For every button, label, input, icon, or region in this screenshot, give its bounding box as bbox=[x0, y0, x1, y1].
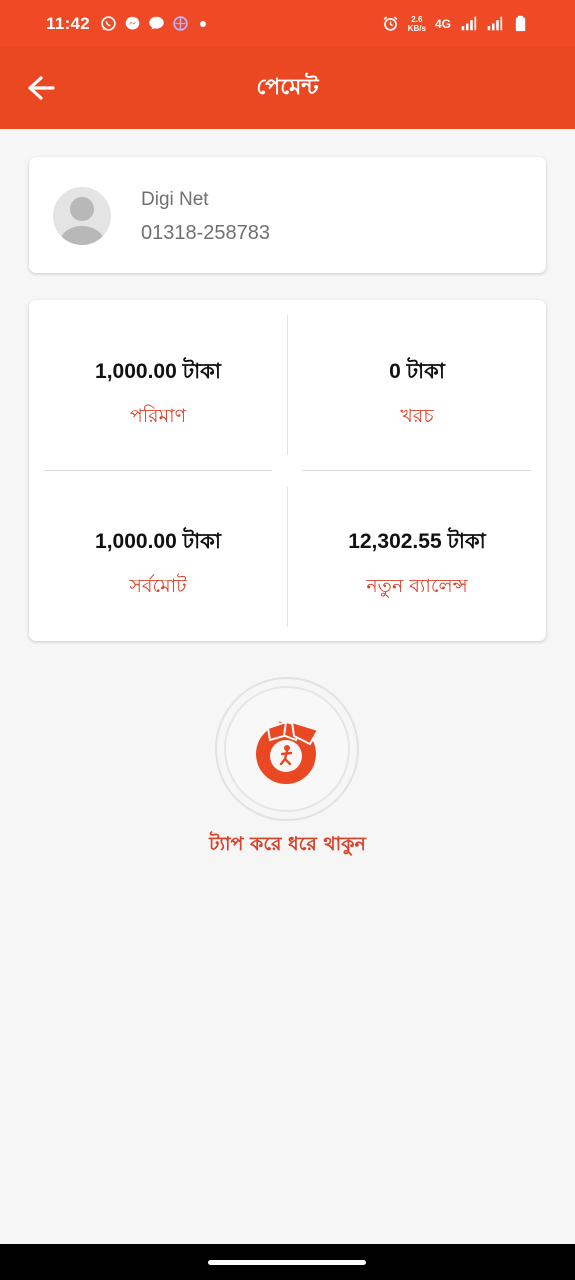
divider-horizontal-left bbox=[44, 470, 272, 471]
person-icon bbox=[60, 197, 104, 245]
status-bar: 11:42 2.6 KB/s 4G bbox=[0, 0, 575, 47]
new-balance-value: 12,302.55 টাকা bbox=[348, 530, 486, 553]
network-type: 4G bbox=[434, 16, 451, 31]
bkash-logo-icon bbox=[256, 718, 320, 784]
amount-label: পরিমাণ bbox=[129, 405, 187, 427]
signal-icon bbox=[461, 16, 477, 31]
messenger-icon bbox=[125, 16, 140, 30]
alarm-icon bbox=[383, 16, 398, 31]
total-value: 1,000.00 টাকা bbox=[95, 530, 221, 553]
total-cell: 1,000.00 টাকা সর্বমোট bbox=[29, 525, 287, 604]
battery-icon bbox=[515, 15, 526, 32]
more-notifications-dot bbox=[200, 20, 207, 27]
charge-cell: 0 টাকা খরচ bbox=[288, 355, 546, 434]
recipient-name: Digi Net bbox=[141, 189, 209, 210]
tap-and-hold-button[interactable] bbox=[215, 677, 359, 821]
app-icon bbox=[173, 16, 188, 31]
app-bar: পেমেন্ট bbox=[0, 47, 575, 129]
speed-unit: KB/s bbox=[407, 23, 426, 33]
signal-icon bbox=[487, 16, 503, 31]
avatar bbox=[53, 187, 111, 245]
payment-summary-card: 1,000.00 টাকা পরিমাণ 0 টাকা খরচ 1,000.00… bbox=[29, 300, 546, 641]
total-label: সর্বমোট bbox=[129, 575, 187, 597]
charge-label: খরচ bbox=[400, 405, 434, 427]
divider-horizontal-right bbox=[302, 470, 531, 471]
page-title: পেমেন্ট bbox=[256, 74, 319, 100]
notification-icons bbox=[100, 15, 207, 32]
new-balance-cell: 12,302.55 টাকা নতুন ব্যালেন্স bbox=[288, 525, 546, 604]
recipient-card: Digi Net 01318-258783 bbox=[29, 157, 546, 273]
speed-value: 2.6 bbox=[411, 14, 423, 24]
network-speed: 2.6 KB/s bbox=[408, 15, 426, 33]
chat-icon bbox=[149, 16, 164, 30]
home-gesture-handle[interactable] bbox=[208, 1260, 366, 1265]
arrow-left-icon[interactable] bbox=[26, 74, 56, 102]
system-icons: 2.6 KB/s 4G bbox=[382, 15, 529, 33]
new-balance-label: নতুন ব্যালেন্স bbox=[366, 575, 468, 597]
recipient-phone: 01318-258783 bbox=[141, 222, 271, 244]
tap-and-hold-label: ট্যাপ করে ধরে থাকুন bbox=[209, 833, 366, 855]
whatsapp-icon bbox=[101, 16, 116, 31]
amount-value: 1,000.00 টাকা bbox=[95, 360, 221, 383]
charge-value: 0 টাকা bbox=[389, 360, 445, 383]
amount-cell: 1,000.00 টাকা পরিমাণ bbox=[29, 355, 287, 434]
status-time: 11:42 bbox=[46, 13, 91, 33]
navigation-bar bbox=[0, 1244, 575, 1280]
tap-button-inner bbox=[224, 686, 350, 812]
